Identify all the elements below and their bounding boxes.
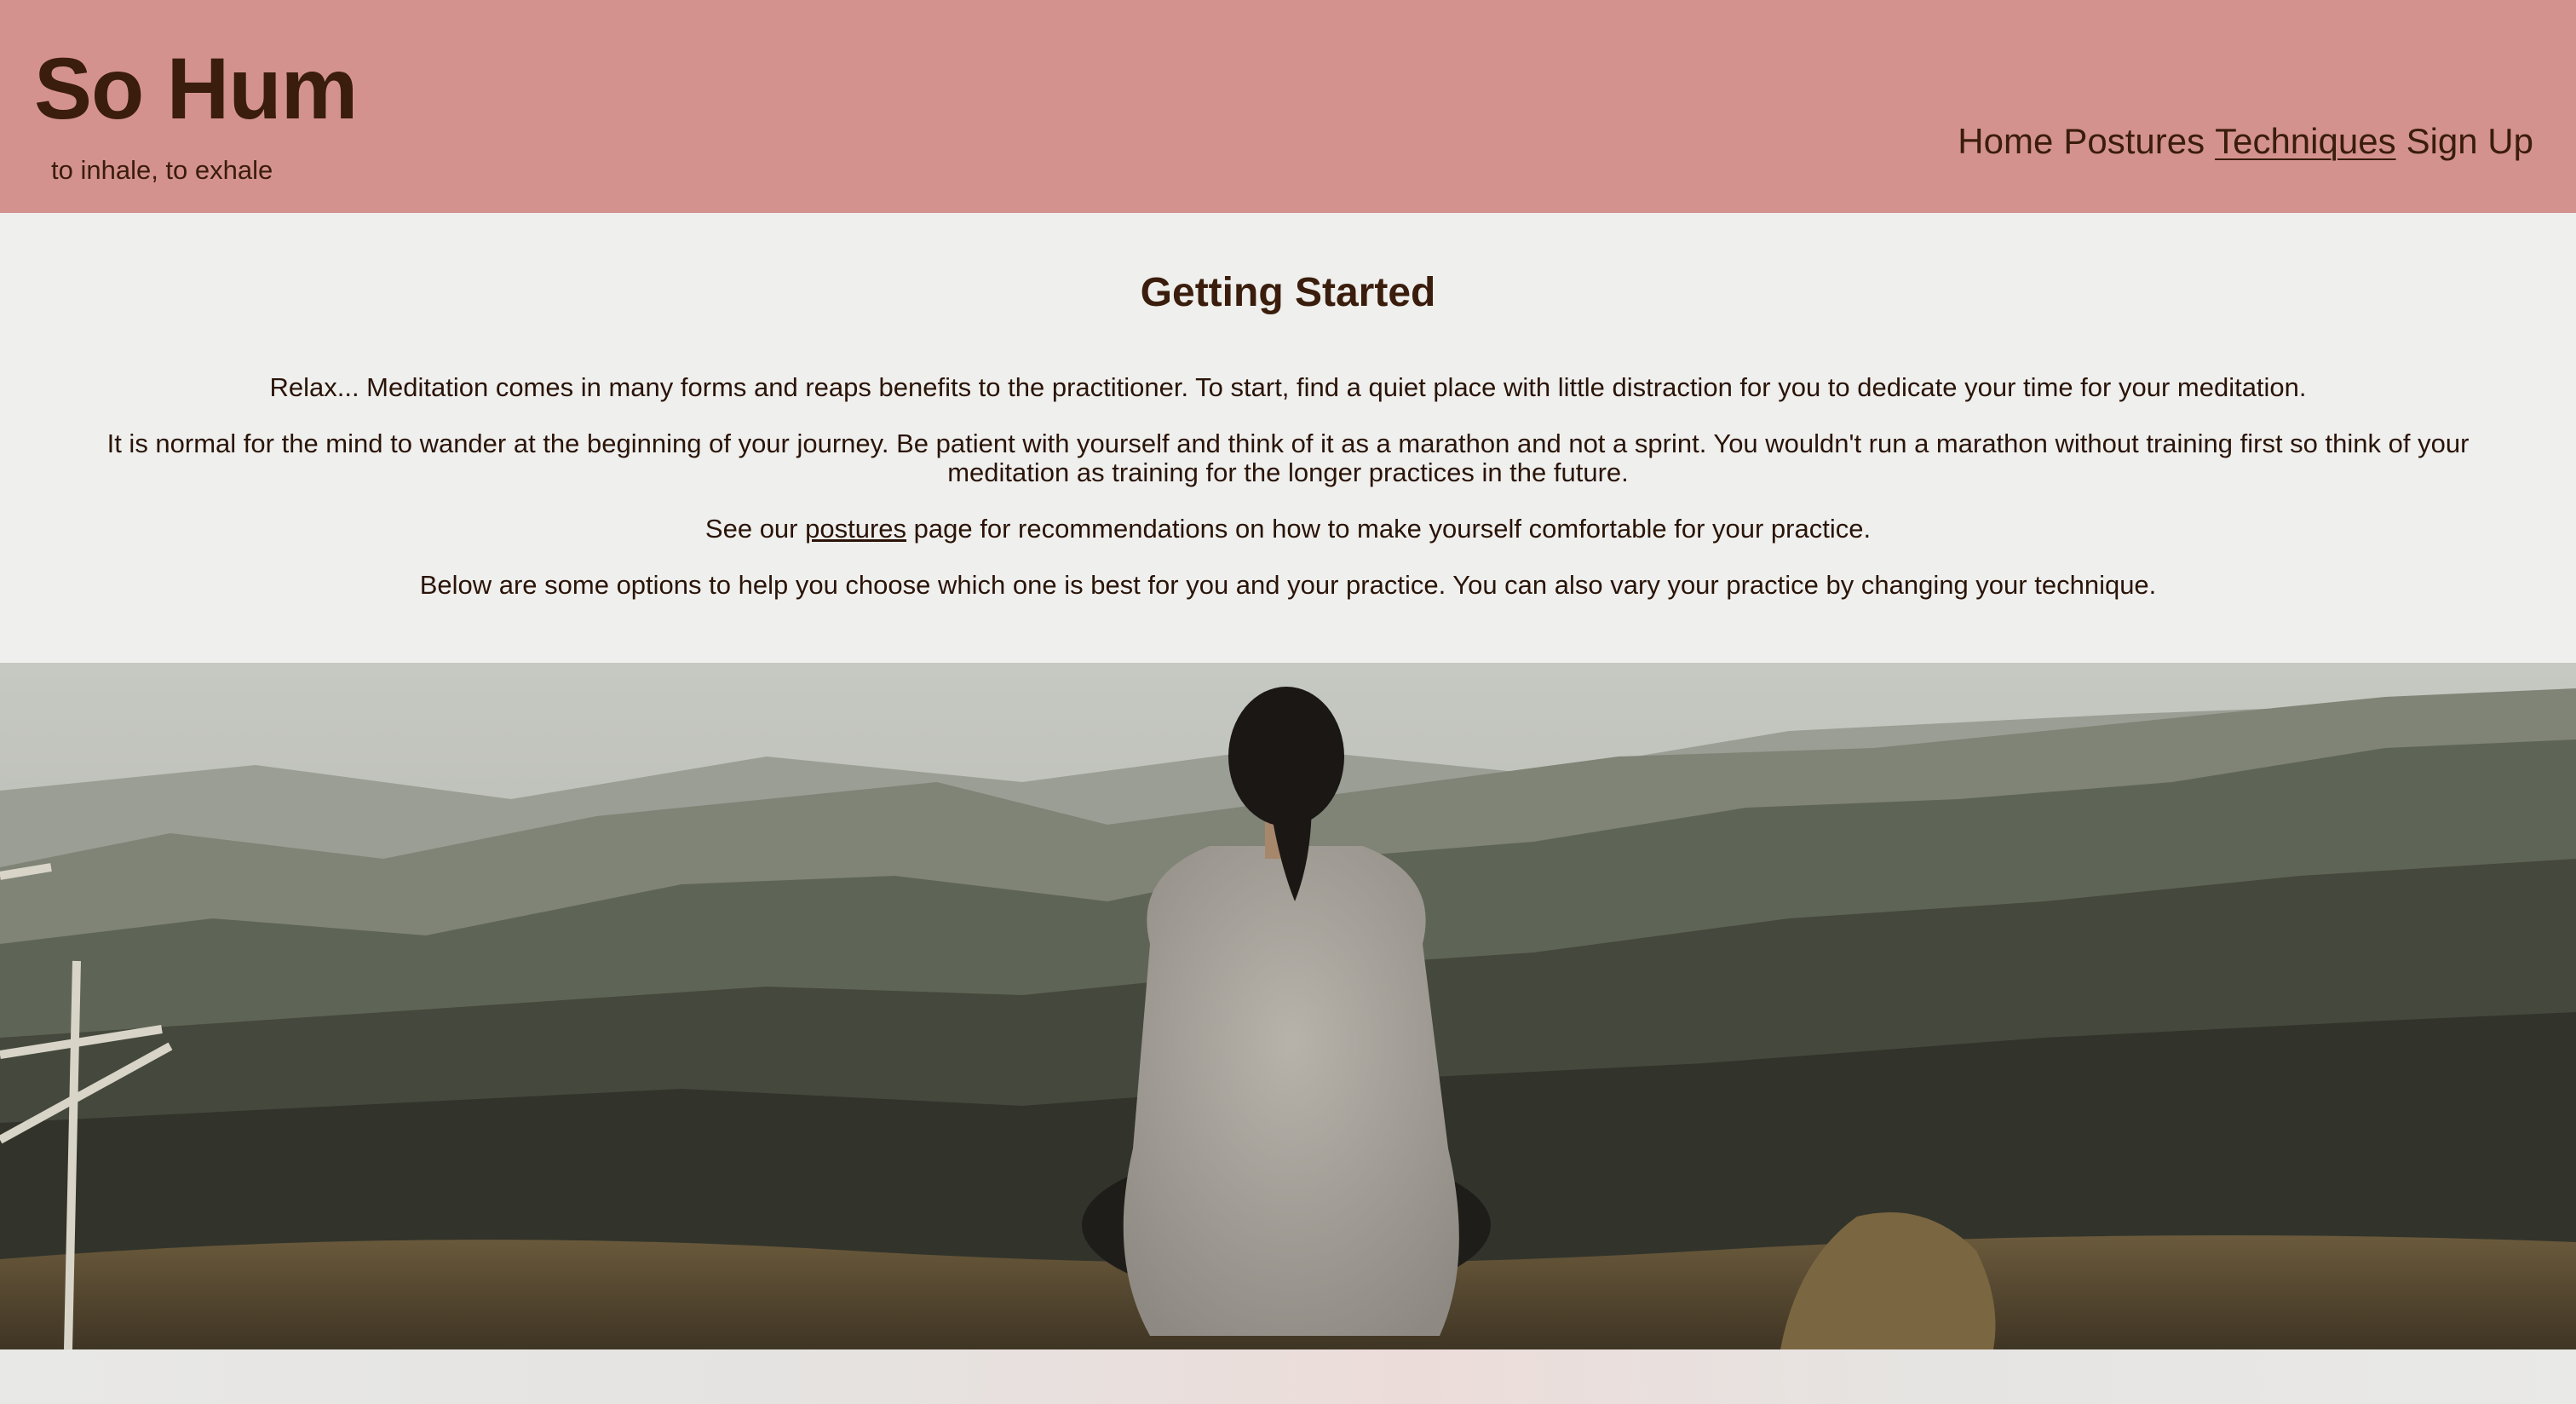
- main-nav: Home Postures Techniques Sign Up: [1958, 119, 2533, 164]
- site-header: So Hum to inhale, to exhale Home Posture…: [0, 0, 2576, 213]
- nav-techniques-link[interactable]: Techniques: [2215, 119, 2395, 164]
- postures-text-before: See our: [704, 514, 806, 544]
- postures-text-after: page for recommendations on how to make …: [906, 514, 1872, 544]
- section-heading: Getting Started: [1140, 270, 1436, 315]
- nav-home-link[interactable]: Home: [1958, 119, 2053, 164]
- site-tagline: to inhale, to exhale: [51, 155, 273, 185]
- meditation-hero-image: [0, 663, 2576, 1349]
- hero-illustration: [0, 663, 2576, 1349]
- getting-started-section: Getting Started Relax... Meditation come…: [0, 213, 2576, 663]
- next-section-preview: [0, 1349, 2576, 1404]
- nav-signup-link[interactable]: Sign Up: [2406, 119, 2533, 164]
- intro-paragraph-wander: It is normal for the mind to wander at t…: [106, 429, 2470, 487]
- intro-paragraph-postures: See our postures page for recommendation…: [60, 515, 2516, 544]
- intro-paragraph-options: Below are some options to help you choos…: [419, 570, 2157, 600]
- site-title[interactable]: So Hum: [34, 37, 358, 140]
- intro-paragraph-relax: Relax... Meditation comes in many forms …: [269, 372, 2307, 402]
- nav-postures-link[interactable]: Postures: [2063, 119, 2205, 164]
- postures-link[interactable]: postures: [805, 514, 906, 544]
